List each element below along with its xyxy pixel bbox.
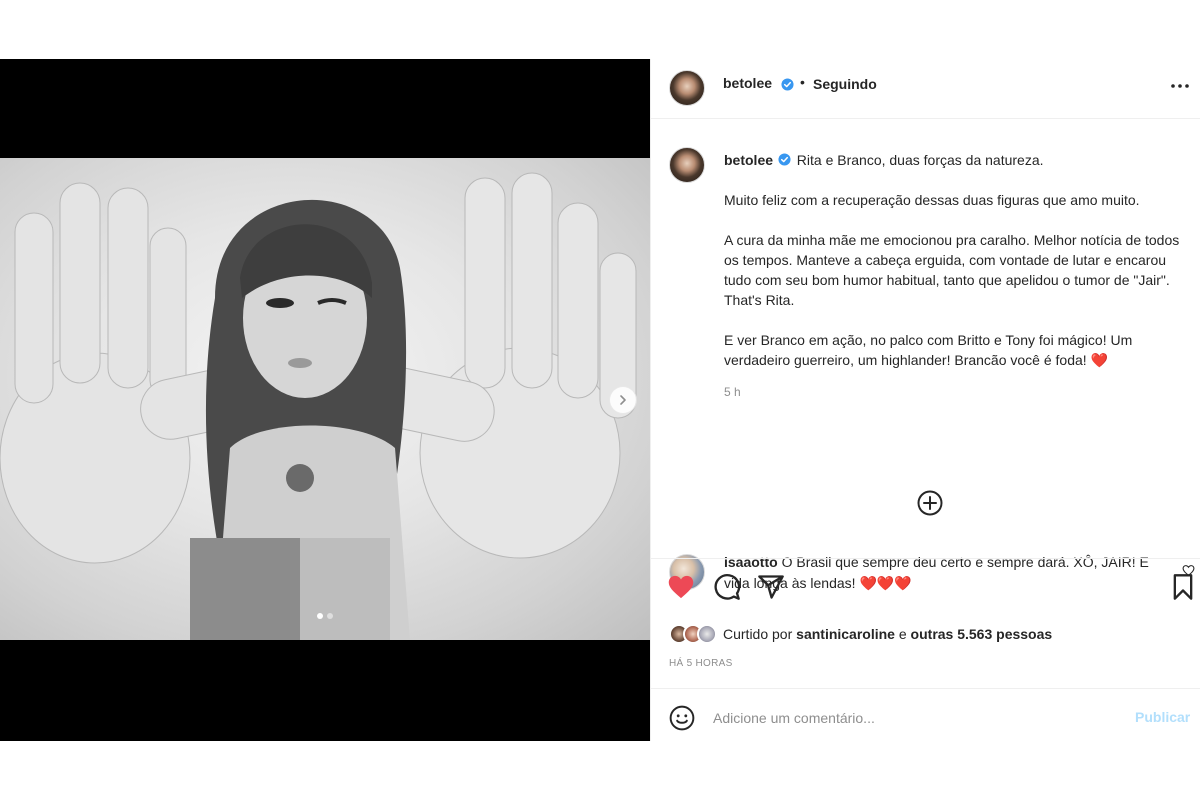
caption-author-avatar[interactable] [669, 147, 705, 183]
post-media [0, 59, 650, 741]
caption-section: betolee Rita e Branco, duas forças da na… [651, 120, 1200, 591]
post-header: betolee • Seguindo [651, 59, 1200, 119]
post-panel: betolee • Seguindo betolee Rita e Branco… [650, 59, 1200, 741]
carousel-dot-active [317, 613, 323, 619]
emoji-smile-icon[interactable] [669, 705, 695, 731]
liked-by-conjunction: e [898, 626, 907, 642]
add-comment-bar: Publicar [651, 688, 1200, 741]
verified-badge-icon [778, 153, 791, 166]
photo-illustration [0, 172, 637, 640]
post-timestamp[interactable]: Há 5 horas [669, 658, 733, 669]
liked-by-text: Curtido por santinicaroline e outras 5.5… [723, 626, 1052, 642]
caption-paragraph: E ver Branco em ação, no palco com Britt… [724, 330, 1196, 370]
liked-by-prefix: Curtido por [723, 626, 793, 642]
comment-input[interactable] [713, 703, 1113, 733]
publish-button[interactable]: Publicar [1135, 709, 1190, 725]
carousel-next-button[interactable] [609, 386, 637, 414]
following-button[interactable]: Seguindo [813, 76, 877, 92]
carousel-dot [327, 613, 333, 619]
author-username[interactable]: betolee [723, 75, 772, 91]
liker-avatar[interactable] [697, 624, 717, 644]
paper-plane-icon[interactable] [757, 573, 785, 601]
caption-body: Muito feliz com a recuperação dessas dua… [724, 190, 1196, 390]
heart-emoji: ❤️ [1090, 352, 1108, 368]
more-horizontal-icon[interactable] [1169, 79, 1191, 93]
caption-paragraph: A cura da minha mãe me emocionou pra car… [724, 232, 1180, 308]
carousel-indicator [0, 613, 650, 619]
author-avatar[interactable] [669, 70, 705, 106]
liked-by-others[interactable]: outras 5.563 pessoas [911, 626, 1053, 642]
caption-author-username[interactable]: betolee [724, 152, 773, 168]
caption-time[interactable]: 5 h [724, 385, 741, 399]
caption-paragraph-text: E ver Branco em ação, no palco com Britt… [724, 332, 1133, 368]
chevron-right-icon [620, 395, 626, 405]
verified-badge-icon [781, 78, 794, 91]
post-photo[interactable] [0, 158, 650, 640]
caption-headline: betolee Rita e Branco, duas forças da na… [724, 150, 1194, 170]
post-actions: Curtido por santinicaroline e outras 5.5… [651, 558, 1200, 688]
comment-bubble-icon[interactable] [713, 573, 741, 601]
header-separator: • [800, 74, 805, 90]
caption-paragraph: Muito feliz com a recuperação dessas dua… [724, 192, 1140, 208]
heart-filled-icon[interactable] [667, 573, 695, 601]
liked-by-user[interactable]: santinicaroline [796, 626, 895, 642]
bookmark-icon[interactable] [1169, 573, 1197, 601]
liked-by-row: Curtido por santinicaroline e outras 5.5… [669, 623, 1052, 645]
caption-headline-text: Rita e Branco, duas forças da natureza. [796, 152, 1044, 168]
plus-circle-icon[interactable] [916, 489, 944, 517]
